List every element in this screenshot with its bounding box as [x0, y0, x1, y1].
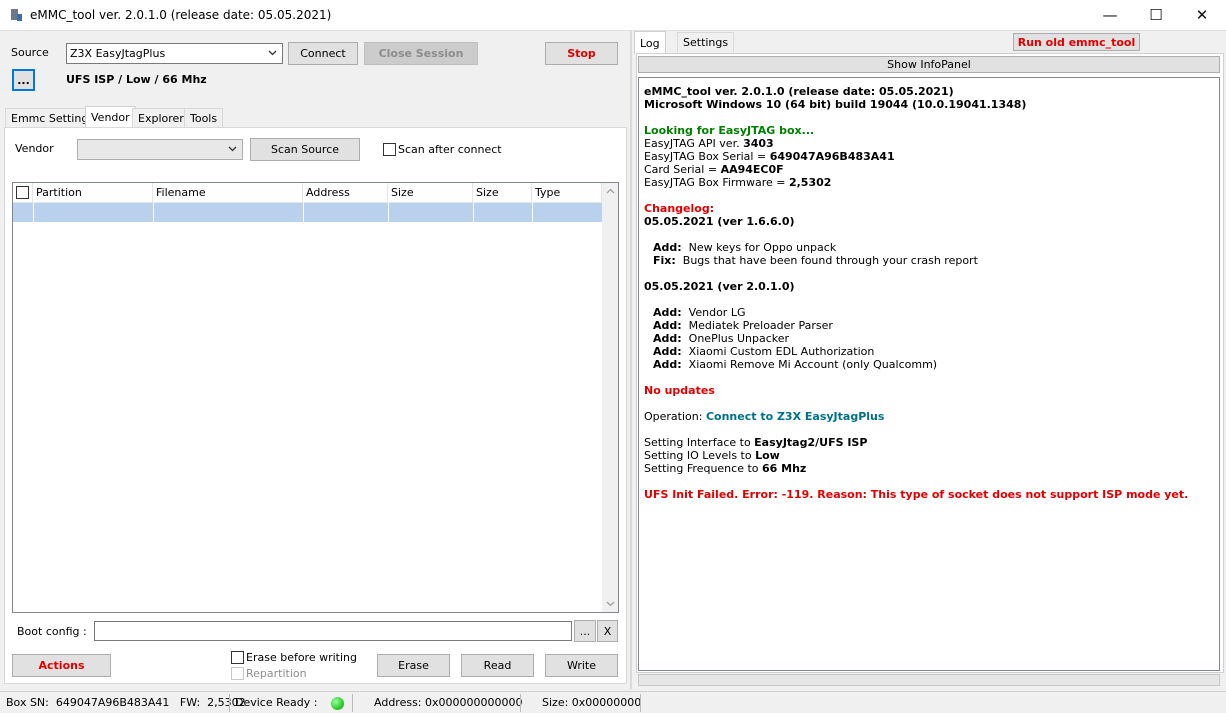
status-separator: [520, 694, 521, 712]
vendor-select[interactable]: [77, 139, 243, 160]
device-ready-indicator-icon: [331, 697, 344, 710]
vertical-scrollbar[interactable]: [602, 183, 618, 612]
actions-button[interactable]: Actions: [12, 654, 111, 677]
status-separator: [640, 694, 641, 712]
log-output[interactable]: eMMC_tool ver. 2.0.1.0 (release date: 05…: [638, 77, 1220, 671]
column-header-size[interactable]: Size: [388, 183, 473, 203]
device-ready-label: Device Ready :: [235, 696, 318, 709]
cell-divider: [303, 203, 304, 222]
log-line: Add: Xiaomi Custom EDL Authorization: [653, 345, 875, 358]
browse-source-button[interactable]: ...: [12, 69, 35, 91]
erase-before-writing-checkbox[interactable]: [231, 651, 244, 664]
boot-config-browse-button[interactable]: ...: [574, 620, 596, 642]
log-line: Add: Mediatek Preloader Parser: [653, 319, 833, 332]
repartition-checkbox[interactable]: [231, 667, 244, 680]
tab-vendor[interactable]: Vendor: [85, 106, 136, 128]
source-select[interactable]: Z3X EasyJtagPlus: [66, 43, 283, 64]
log-line: Card Serial = AA94EC0F: [644, 163, 784, 176]
minimize-button[interactable]: —: [1087, 0, 1133, 31]
connection-info: UFS ISP / Low / 66 Mhz: [66, 73, 207, 86]
log-line: Looking for EasyJTAG box...: [644, 124, 815, 137]
log-line: UFS Init Failed. Error: -119. Reason: Th…: [644, 488, 1189, 501]
erase-button[interactable]: Erase: [377, 654, 450, 677]
log-line: Add: OnePlus Unpacker: [653, 332, 790, 345]
repartition-label: Repartition: [246, 667, 307, 680]
connect-button[interactable]: Connect: [288, 42, 358, 65]
log-line: Setting IO Levels to Low: [644, 449, 780, 462]
log-line: EasyJTAG Box Firmware = 2,5302: [644, 176, 832, 189]
stop-button[interactable]: Stop: [545, 42, 618, 65]
scan-after-connect-label: Scan after connect: [398, 143, 502, 156]
close-window-button[interactable]: ✕: [1179, 0, 1225, 31]
log-line: No updates: [644, 384, 715, 397]
close-session-button[interactable]: Close Session: [364, 42, 478, 65]
column-header-filename[interactable]: Filename: [153, 183, 303, 203]
select-all-header: [13, 183, 33, 203]
log-line: Setting Interface to EasyJtag2/UFS ISP: [644, 436, 868, 449]
vendor-label: Vendor: [15, 142, 54, 155]
cell-divider: [153, 203, 154, 222]
tab-explorer[interactable]: Explorer: [132, 108, 190, 127]
size-status: Size: 0x00000000: [542, 696, 642, 709]
column-header-type[interactable]: Type: [532, 183, 602, 203]
chevron-down-icon: [268, 50, 277, 56]
boot-config-label: Boot config :: [17, 625, 87, 638]
log-line: Add: Vendor LG: [653, 306, 746, 319]
tab-settings[interactable]: Settings: [677, 32, 735, 52]
status-separator: [352, 694, 353, 712]
log-line: Changelog:: [644, 202, 715, 215]
box-serial-status: Box SN: 649047A96B483A41 FW: 2,5302: [6, 696, 246, 709]
show-infopanel-button[interactable]: Show InfoPanel: [638, 56, 1220, 73]
source-label: Source: [11, 46, 49, 59]
source-value: Z3X EasyJtagPlus: [70, 47, 166, 60]
column-header-address[interactable]: Address: [303, 183, 388, 203]
cell-divider: [473, 203, 474, 222]
table-row[interactable]: [13, 203, 602, 222]
read-button[interactable]: Read: [461, 654, 534, 677]
title-bar: eMMC_tool ver. 2.0.1.0 (release date: 05…: [0, 0, 1226, 31]
log-line: eMMC_tool ver. 2.0.1.0 (release date: 05…: [644, 85, 954, 98]
scan-source-button[interactable]: Scan Source: [250, 138, 360, 161]
log-line: Microsoft Windows 10 (64 bit) build 1904…: [644, 98, 1027, 111]
horizontal-scrollbar[interactable]: [638, 674, 1220, 686]
log-line: Setting Frequence to 66 Mhz: [644, 462, 807, 475]
status-bar: Box SN: 649047A96B483A41 FW: 2,5302 Devi…: [0, 691, 1226, 713]
log-line: EasyJTAG API ver. 3403: [644, 137, 774, 150]
log-line: 05.05.2021 (ver 1.6.6.0): [644, 215, 795, 228]
chevron-down-icon: [228, 146, 237, 152]
column-header-size-2[interactable]: Size: [473, 183, 532, 203]
column-header-partition[interactable]: Partition: [33, 183, 153, 203]
log-line: EasyJTAG Box Serial = 649047A96B483A41: [644, 150, 895, 163]
maximize-button[interactable]: ☐: [1133, 0, 1179, 31]
select-all-checkbox[interactable]: [16, 186, 29, 199]
scroll-up-icon[interactable]: [605, 187, 616, 196]
cell-divider: [33, 203, 34, 222]
address-status: Address: 0x000000000000: [374, 696, 523, 709]
boot-config-clear-button[interactable]: X: [597, 620, 618, 642]
tab-tools[interactable]: Tools: [184, 108, 224, 127]
log-line: Operation: Connect to Z3X EasyJtagPlus: [644, 410, 885, 423]
run-old-emmc-tool-button[interactable]: Run old emmc_tool: [1013, 33, 1140, 51]
log-line: 05.05.2021 (ver 2.0.1.0): [644, 280, 795, 293]
log-line: Add: Xiaomi Remove Mi Account (only Qual…: [653, 358, 938, 371]
cell-divider: [532, 203, 533, 222]
partition-grid[interactable]: Partition Filename Address Size Size Typ…: [12, 182, 619, 613]
erase-before-writing-label: Erase before writing: [246, 651, 358, 664]
boot-config-input[interactable]: [94, 621, 572, 641]
scan-after-connect-checkbox[interactable]: [383, 143, 396, 156]
log-line: Fix: Bugs that have been found through y…: [653, 254, 978, 267]
window-title: eMMC_tool ver. 2.0.1.0 (release date: 05…: [30, 8, 332, 22]
status-separator: [229, 694, 230, 712]
app-icon: [11, 9, 22, 21]
write-button[interactable]: Write: [545, 654, 618, 677]
cell-divider: [388, 203, 389, 222]
tab-log[interactable]: Log: [634, 31, 666, 54]
log-line: Add: New keys for Oppo unpack: [653, 241, 837, 254]
scroll-down-icon[interactable]: [605, 599, 616, 608]
